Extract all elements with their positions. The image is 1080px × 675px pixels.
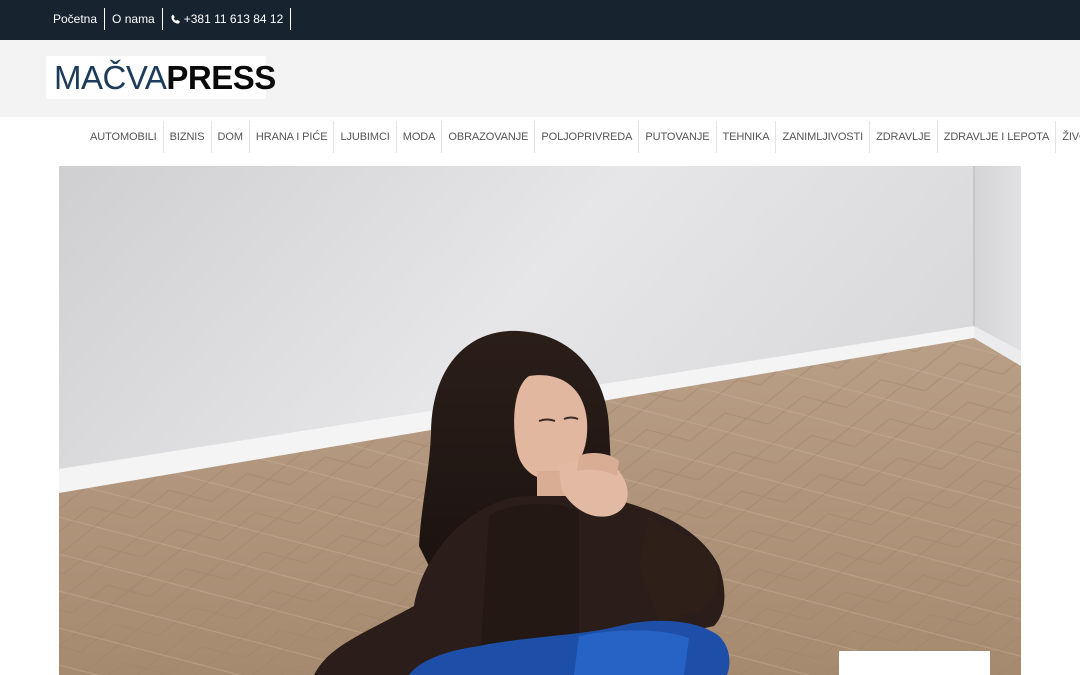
- category-ljubimci[interactable]: LJUBIMCI: [334, 121, 397, 153]
- category-tehnika[interactable]: TEHNIKA: [717, 121, 777, 153]
- category-obrazovanje[interactable]: OBRAZOVANJE: [442, 121, 536, 153]
- category-nav: AUTOMOBILI BIZNIS DOM HRANA I PIĆE LJUBI…: [84, 121, 1080, 153]
- category-dom[interactable]: DOM: [212, 121, 250, 153]
- site-logo[interactable]: MAČVA PRESS: [46, 56, 276, 99]
- top-link-home-label: Početna: [53, 12, 98, 26]
- category-biznis[interactable]: BIZNIS: [164, 121, 212, 153]
- category-zdravlje-i-lepota[interactable]: ZDRAVLJE I LEPOTA: [938, 121, 1057, 153]
- category-zdravlje[interactable]: ZDRAVLJE: [870, 121, 938, 153]
- top-link-phone-label: +381 11 613 84 12: [183, 12, 284, 26]
- featured-article-image[interactable]: [59, 166, 1021, 675]
- top-link-phone[interactable]: +381 11 613 84 12: [163, 8, 292, 30]
- category-putovanje[interactable]: PUTOVANJE: [639, 121, 717, 153]
- hero-photo: [59, 166, 1021, 675]
- top-link-about-label: O nama: [112, 12, 155, 26]
- top-link-home[interactable]: Početna: [46, 8, 106, 30]
- category-automobili[interactable]: AUTOMOBILI: [84, 121, 164, 153]
- logo-text-press: PRESS: [166, 58, 276, 96]
- phone-icon: [171, 14, 180, 24]
- category-zanimljivosti[interactable]: ZANIMLJIVOSTI: [776, 121, 871, 153]
- header: MAČVA PRESS: [0, 40, 1080, 117]
- article-title-box[interactable]: [839, 651, 990, 675]
- top-bar: Početna O nama +381 11 613 84 12: [0, 0, 1080, 40]
- category-poljoprivreda[interactable]: POLJOPRIVREDA: [535, 121, 640, 153]
- logo-text-macva: MAČVA: [54, 58, 167, 96]
- top-links: Početna O nama +381 11 613 84 12: [46, 8, 292, 30]
- top-link-about[interactable]: O nama: [105, 8, 163, 30]
- category-moda[interactable]: MODA: [397, 121, 443, 153]
- category-hrana-i-pice[interactable]: HRANA I PIĆE: [250, 121, 335, 153]
- category-zivotinje[interactable]: ŽIVOTINJE: [1056, 121, 1080, 153]
